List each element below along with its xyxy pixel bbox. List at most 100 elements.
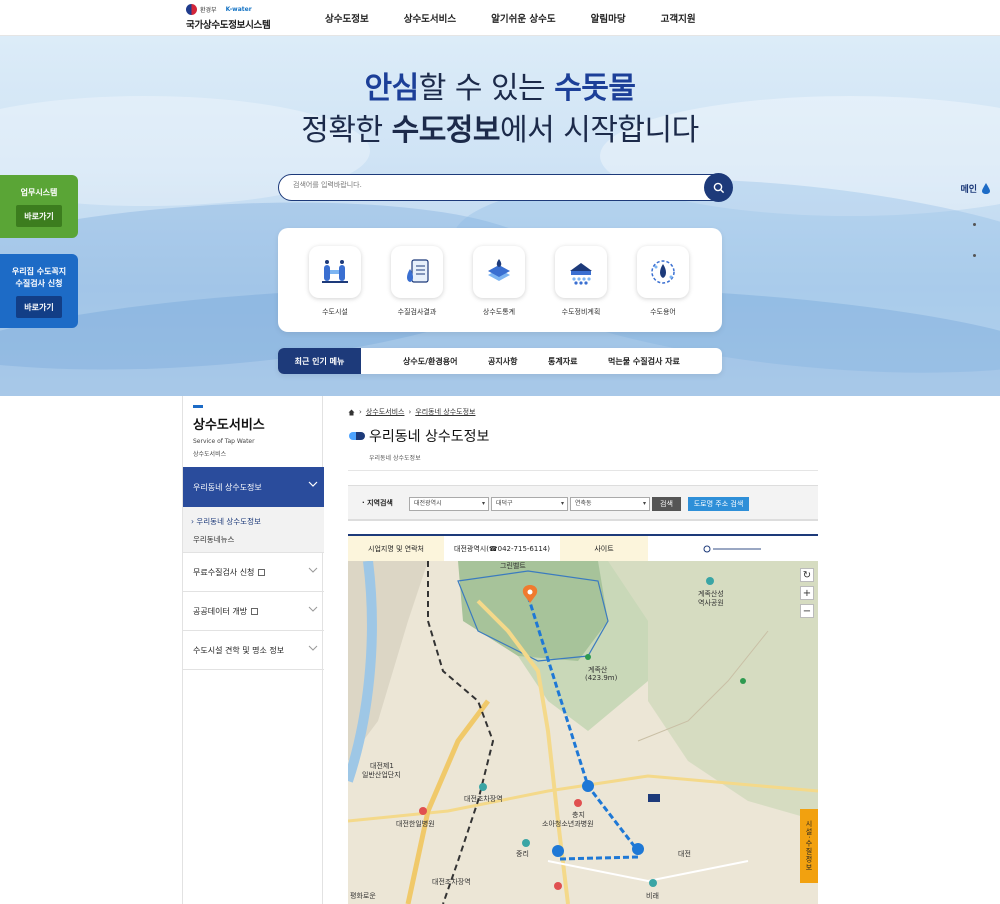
quick-item-maintenance-plan[interactable]: 수도정비계획 (551, 246, 611, 317)
map-label: 대전 (678, 850, 691, 858)
pager-main[interactable]: 메인 (940, 182, 990, 195)
breadcrumb: › 상수도서비스 › 우리동네 상수도정보 (348, 407, 475, 417)
pager-dot[interactable] (973, 254, 976, 257)
nav-item-easy-water[interactable]: 알기쉬운 상수도 (491, 11, 556, 25)
search-button[interactable] (704, 173, 733, 202)
tab-site[interactable]: 사이트 (560, 536, 648, 561)
region-search-bar: · 지역검색 대전광역시 ▾ 대덕구 ▾ 연축동 ▾ 검색 도로명 주소 검색 (348, 485, 818, 521)
district-select[interactable]: 대덕구 ▾ (491, 497, 568, 511)
map-refresh-button[interactable]: ↻ (800, 568, 814, 582)
main-search-box (278, 173, 733, 202)
quick-item-label: 수도시설 (322, 308, 348, 316)
map-label: 비래 (646, 892, 659, 900)
side-nav-item-open-data[interactable]: 공공데이터 개방 (183, 592, 324, 631)
side-nav-item-free-test[interactable]: 무료수질검사 신청 (183, 553, 324, 592)
side-nav-item-tour[interactable]: 수도시설 견학 및 명소 정보 (183, 631, 324, 670)
search-icon (713, 182, 724, 193)
popular-link-drinking-water[interactable]: 먹는물 수질검사 자료 (608, 356, 680, 367)
breadcrumb-item[interactable]: 상수도서비스 (366, 407, 405, 417)
map-label: 대전조차장역 (432, 878, 471, 886)
region-search-button[interactable]: 검색 (652, 497, 681, 511)
main-nav: 상수도정보 상수도서비스 알기쉬운 상수도 알림마당 고객지원 (325, 11, 696, 25)
facility-quality-info-tab[interactable]: 시설·수질정보 (800, 809, 818, 883)
breadcrumb-item-current[interactable]: 우리동네 상수도정보 (415, 407, 475, 417)
popular-link-stats[interactable]: 통계자료 (548, 356, 577, 367)
side-nav-item-active[interactable]: 우리동네 상수도정보 (183, 467, 324, 507)
city-site-logo[interactable] (648, 536, 818, 561)
work-system-button[interactable]: 바로가기 (16, 205, 62, 227)
popular-menu-tag: 최근 인기 메뉴 (278, 348, 361, 374)
water-drop-icon (982, 183, 990, 194)
pager-dot[interactable] (973, 223, 976, 226)
title-accent-bar (193, 405, 203, 408)
map-zoom-out-button[interactable]: − (800, 604, 814, 618)
map-label: 소아청소년과병원 (542, 820, 594, 828)
chevron-down-icon (308, 606, 318, 612)
tap-water-test-title-2: 수질검사 신청 (15, 279, 63, 288)
external-link-icon (251, 607, 259, 615)
water-facility-map[interactable]: 계족산 (423.9m) 계족산성 역사공원 대전제1 일반산업단지 대전조차장… (348, 561, 818, 904)
tap-water-test-card: 우리집 수도꼭지 수질검사 신청 바로가기 (0, 254, 78, 328)
popular-link-notice[interactable]: 공지사항 (488, 356, 517, 367)
quick-item-statistics[interactable]: 상수도통계 (469, 246, 529, 317)
quick-item-label: 수도용어 (650, 308, 676, 316)
map-label: 역사공원 (698, 599, 724, 607)
government-emblem-icon (186, 4, 197, 15)
page-title: 우리동네 상수도정보 (349, 426, 489, 446)
side-nav: 상수도서비스 Service of Tap Water 상수도서비스 우리동네 … (182, 396, 324, 904)
quick-item-test-result[interactable]: 수질검사결과 (387, 246, 447, 317)
hero-headline-2: 정확한 수도정보에서 시작합니다 (301, 113, 699, 148)
chevron-down-icon (308, 645, 318, 651)
page-subtitle: 우리동네 상수도정보 (369, 455, 421, 462)
map-info-tabs: 시업지명 및 연락처 대전광역시(☎042-715-6114) 사이트 (348, 534, 818, 561)
side-nav-subitem-current[interactable]: › 우리동네 상수도정보 (191, 516, 261, 527)
side-nav-subtitle: 상수도서비스 (193, 451, 227, 458)
map-label: (423.9m) (585, 674, 618, 682)
quick-item-label: 수질검사결과 (397, 308, 437, 316)
city-select[interactable]: 대전광역시 ▾ (409, 497, 489, 511)
popular-link-glossary[interactable]: 상수도/환경용어 (403, 356, 457, 367)
tap-water-test-button[interactable]: 바로가기 (16, 296, 62, 318)
dong-select[interactable]: 연축동 ▾ (570, 497, 650, 511)
pager-main-label: 메인 (960, 185, 977, 195)
map-zoom-in-button[interactable]: + (800, 586, 814, 600)
tap-water-test-title-1: 우리집 수도꼭지 (11, 267, 67, 276)
quick-item-label: 수도정비계획 (561, 308, 601, 316)
quick-item-facility[interactable]: 수도시설 (305, 246, 365, 317)
hero-section: 안심할 수 있는 수돗물 정확한 수도정보에서 시작합니다 수도시설 수질검사결… (0, 36, 1000, 396)
nav-item-water-service[interactable]: 상수도서비스 (404, 11, 456, 25)
road-address-search-button[interactable]: 도로명 주소 검색 (688, 497, 749, 511)
side-nav-title: 상수도서비스 (193, 418, 265, 433)
plus-icon: + (802, 587, 812, 599)
tab-business-contact[interactable]: 시업지명 및 연락처 (348, 536, 444, 561)
water-maintenance-plan-icon (555, 246, 607, 298)
chevron-down-icon (308, 481, 318, 487)
map-label: 일반산업단지 (362, 771, 401, 779)
nav-item-notice[interactable]: 알림마당 (591, 11, 626, 25)
map-label: 중리 (516, 850, 529, 858)
external-link-icon (258, 568, 266, 576)
tab-city-contact[interactable]: 대전광역시(☎042-715-6114) (444, 536, 560, 561)
nav-item-support[interactable]: 고객지원 (661, 11, 696, 25)
section-pager: 메인 (940, 182, 990, 257)
side-nav-subgroup: › 우리동네 상수도정보 우리동네뉴스 (183, 507, 324, 553)
popular-menu-bar: 최근 인기 메뉴 상수도/환경용어 공지사항 통계자료 먹는물 수질검사 자료 (278, 348, 722, 374)
side-nav-subtitle-en: Service of Tap Water (193, 438, 255, 445)
minus-icon: − (802, 605, 812, 617)
nav-item-water-info[interactable]: 상수도정보 (325, 11, 369, 25)
site-logo[interactable]: 환경부 K-water 국가상수도정보시스템 (186, 4, 276, 32)
map-label: 대전조차장역 (464, 795, 503, 803)
kwater-label: K-water (225, 6, 252, 13)
pipe-facility-icon (309, 246, 361, 298)
side-nav-subitem-news[interactable]: 우리동네뉴스 (193, 534, 234, 545)
quick-item-label: 상수도통계 (482, 308, 516, 316)
chevron-down-icon: ▾ (481, 500, 485, 507)
ministry-label: 환경부 (200, 7, 217, 14)
city-select-value: 대전광역시 (414, 500, 442, 507)
chevron-down-icon: ▾ (642, 500, 646, 507)
top-header: 환경부 K-water 국가상수도정보시스템 상수도정보 상수도서비스 알기쉬운… (0, 0, 1000, 36)
quick-item-glossary[interactable]: 수도용어 (633, 246, 693, 317)
refresh-icon: ↻ (802, 569, 812, 581)
search-input[interactable] (293, 181, 693, 189)
home-icon[interactable] (348, 409, 355, 416)
